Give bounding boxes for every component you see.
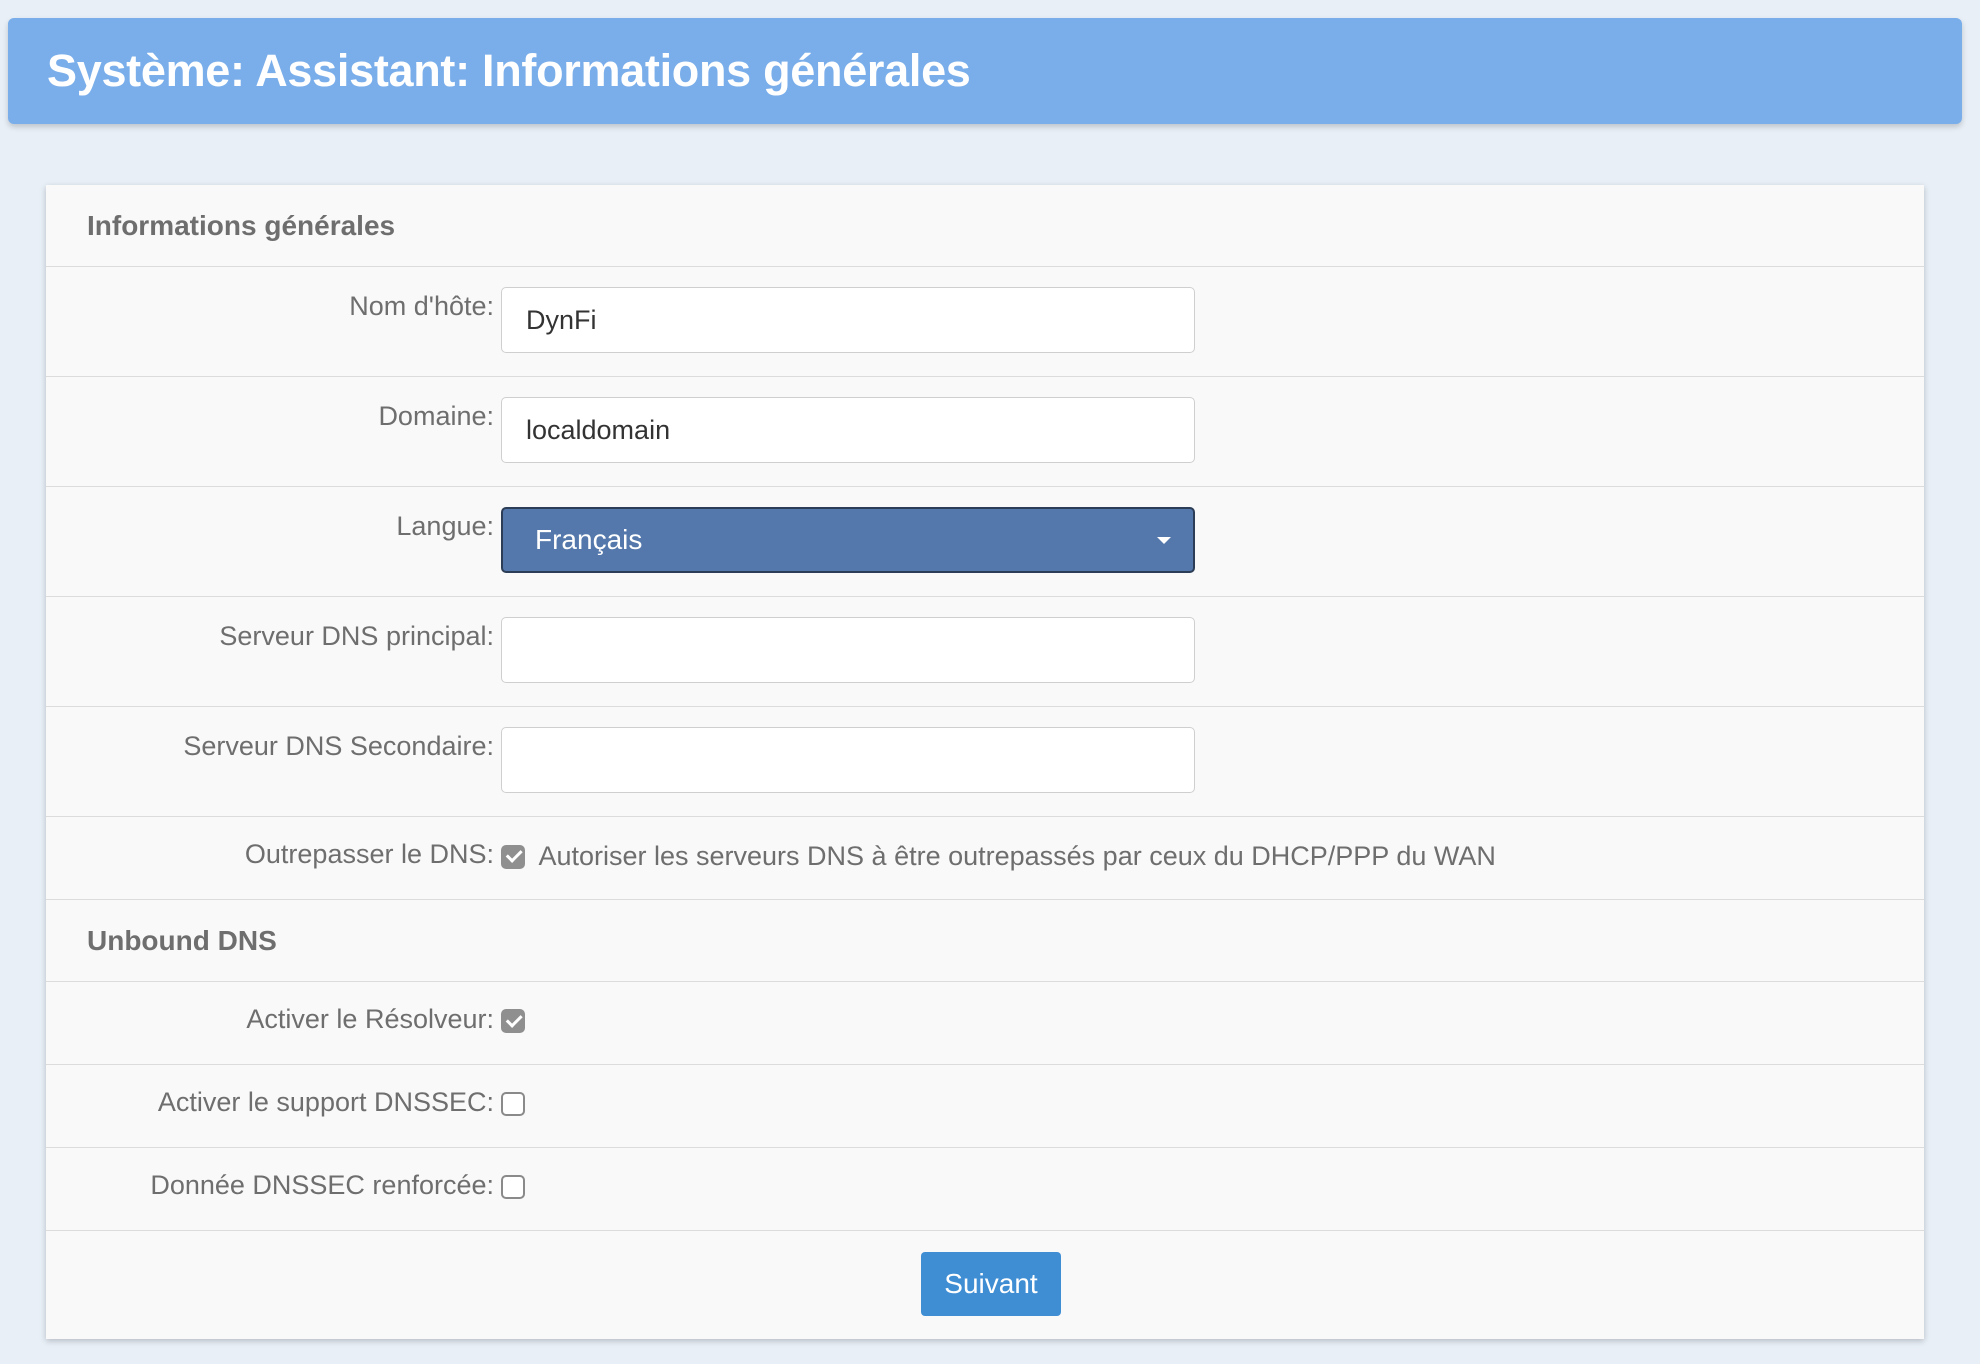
dnssec-label: Activer le support DNSSEC: xyxy=(157,1087,494,1117)
caret-down-icon xyxy=(1157,536,1171,544)
page-title: Système: Assistant: Informations général… xyxy=(47,45,971,96)
next-button[interactable]: Suivant xyxy=(921,1252,1061,1316)
dns-primary-input[interactable] xyxy=(501,617,1195,683)
dns-primary-label: Serveur DNS principal: xyxy=(219,621,494,651)
section-title: Informations générales xyxy=(87,209,396,241)
row-language: Langue: Français xyxy=(46,487,1924,597)
wizard-panel: Informations générales Nom d'hôte: Domai… xyxy=(46,185,1924,1339)
dns-override-label: Outrepasser le DNS: xyxy=(244,839,494,869)
domain-label: Domaine: xyxy=(378,401,494,431)
row-dns-secondary: Serveur DNS Secondaire: xyxy=(46,707,1924,817)
language-label: Langue: xyxy=(396,511,494,541)
wizard-footer: Suivant xyxy=(46,1231,1924,1339)
row-dns-primary: Serveur DNS principal: xyxy=(46,597,1924,707)
dns-secondary-input[interactable] xyxy=(501,727,1195,793)
dns-override-checkbox[interactable] xyxy=(501,844,525,869)
language-select[interactable]: Français xyxy=(501,507,1195,573)
hostname-input[interactable] xyxy=(501,287,1195,353)
row-resolver: Activer le Résolveur: xyxy=(46,982,1924,1065)
dnssec-checkbox[interactable] xyxy=(501,1092,525,1116)
language-selected-value: Français xyxy=(535,524,643,555)
dnssec-hardened-checkbox[interactable] xyxy=(501,1175,525,1199)
hostname-label: Nom d'hôte: xyxy=(349,291,494,321)
row-hostname: Nom d'hôte: xyxy=(46,267,1924,377)
resolver-checkbox[interactable] xyxy=(501,1009,525,1033)
row-domain: Domaine: xyxy=(46,377,1924,487)
dns-secondary-label: Serveur DNS Secondaire: xyxy=(183,731,494,761)
dns-override-text: Autoriser les serveurs DNS à être outrep… xyxy=(538,841,1496,871)
section-title: Unbound DNS xyxy=(87,924,277,956)
section-header-general: Informations générales xyxy=(46,185,1924,267)
row-dnssec-hardened: Donnée DNSSEC renforcée: xyxy=(46,1148,1924,1231)
row-dnssec: Activer le support DNSSEC: xyxy=(46,1065,1924,1148)
page-header: Système: Assistant: Informations général… xyxy=(8,18,1962,124)
row-dns-override: Outrepasser le DNS: Autoriser les serveu… xyxy=(46,817,1924,900)
section-header-unbound: Unbound DNS xyxy=(46,900,1924,982)
domain-input[interactable] xyxy=(501,397,1195,463)
dnssec-hardened-label: Donnée DNSSEC renforcée: xyxy=(150,1170,494,1200)
resolver-label: Activer le Résolveur: xyxy=(246,1004,494,1034)
